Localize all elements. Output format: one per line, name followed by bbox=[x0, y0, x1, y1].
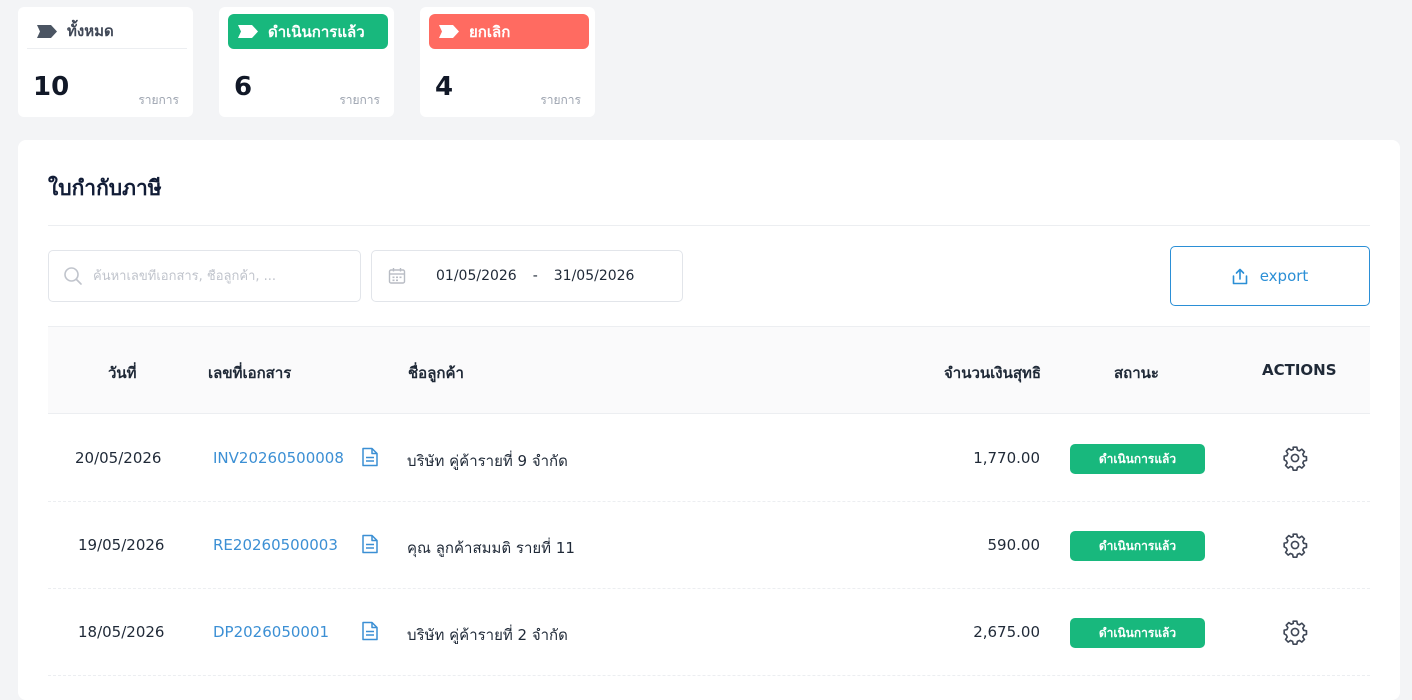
summary-done-header: ดำเนินการแล้ว bbox=[228, 14, 388, 49]
summary-card-cancelled[interactable]: ยกเลิก 4 รายการ bbox=[420, 7, 595, 117]
row-amount: 2,675.00 bbox=[973, 623, 1040, 641]
tag-icon bbox=[37, 24, 57, 38]
document-icon[interactable] bbox=[361, 534, 379, 554]
summary-all-count: 10 bbox=[33, 72, 70, 102]
row-customer: คุณ ลูกค้าสมมติ รายที่ 11 bbox=[407, 539, 575, 557]
summary-card-done[interactable]: ดำเนินการแล้ว 6 รายการ bbox=[219, 7, 394, 117]
tag-icon bbox=[238, 25, 258, 38]
summary-done-count: 6 bbox=[234, 72, 253, 102]
summary-cancelled-unit: รายการ bbox=[540, 93, 581, 107]
header-doc-no[interactable]: เลขที่เอกสาร bbox=[208, 361, 291, 385]
date-range-picker[interactable]: 01/05/2026 - 31/05/2026 bbox=[371, 250, 683, 302]
document-icon[interactable] bbox=[361, 447, 379, 467]
row-amount: 1,770.00 bbox=[973, 449, 1040, 467]
header-status[interactable]: สถานะ bbox=[1114, 361, 1159, 385]
summary-done-label: ดำเนินการแล้ว bbox=[268, 22, 365, 41]
row-customer: บริษัท คู่ค้ารายที่ 2 จำกัด bbox=[407, 626, 568, 644]
export-button[interactable]: export bbox=[1170, 246, 1370, 306]
row-date: 19/05/2026 bbox=[78, 536, 165, 554]
search-icon bbox=[64, 267, 82, 285]
page-title: ใบกำกับภาษี bbox=[48, 176, 162, 200]
document-icon[interactable] bbox=[361, 621, 379, 641]
summary-cancelled-count: 4 bbox=[435, 72, 454, 102]
header-customer[interactable]: ชื่อลูกค้า bbox=[408, 361, 464, 385]
header-date[interactable]: วันที่ bbox=[108, 361, 137, 385]
date-from[interactable]: 01/05/2026 bbox=[436, 268, 517, 284]
table-row[interactable]: 19/05/2026 RE20260500003 คุณ ลูกค้าสมมติ… bbox=[48, 502, 1370, 589]
summary-all-unit: รายการ bbox=[138, 93, 179, 107]
summary-cancelled-label: ยกเลิก bbox=[469, 22, 511, 41]
date-separator: - bbox=[532, 268, 538, 284]
table-row[interactable]: 18/05/2026 DP2026050001 บริษัท คู่ค้าราย… bbox=[48, 589, 1370, 676]
divider bbox=[48, 225, 1370, 226]
gear-icon[interactable] bbox=[1279, 615, 1311, 649]
row-amount: 590.00 bbox=[987, 536, 1041, 554]
gear-icon[interactable] bbox=[1279, 528, 1311, 562]
row-doc-link[interactable]: DP2026050001 bbox=[213, 623, 329, 641]
status-badge: ดำเนินการแล้ว bbox=[1070, 531, 1205, 561]
table-header: วันที่ เลขที่เอกสาร ชื่อลูกค้า จำนวนเงิน… bbox=[48, 327, 1370, 414]
summary-cancelled-header: ยกเลิก bbox=[429, 14, 589, 49]
summary-all-header: ทั้งหมด bbox=[27, 14, 187, 49]
table-row[interactable]: 20/05/2026 INV20260500008 บริษัท คู่ค้าร… bbox=[48, 415, 1370, 502]
status-badge: ดำเนินการแล้ว bbox=[1070, 444, 1205, 474]
calendar-icon bbox=[388, 268, 406, 284]
header-actions: ACTIONS bbox=[1262, 361, 1337, 379]
summary-card-all[interactable]: ทั้งหมด 10 รายการ bbox=[18, 7, 193, 117]
row-doc-link[interactable]: INV20260500008 bbox=[213, 449, 344, 467]
row-date: 20/05/2026 bbox=[75, 449, 162, 467]
export-label: export bbox=[1259, 267, 1309, 285]
summary-all-label: ทั้งหมด bbox=[67, 22, 114, 40]
search-field[interactable] bbox=[48, 250, 361, 302]
row-customer: บริษัท คู่ค้ารายที่ 9 จำกัด bbox=[407, 452, 568, 470]
tax-invoice-panel: ใบกำกับภาษี 01/05/2026 - 31/05/2026 expo… bbox=[18, 140, 1400, 700]
date-to[interactable]: 31/05/2026 bbox=[554, 268, 635, 284]
status-badge: ดำเนินการแล้ว bbox=[1070, 618, 1205, 648]
search-input[interactable] bbox=[93, 268, 343, 284]
header-net-amount[interactable]: จำนวนเงินสุทธิ bbox=[944, 361, 1041, 385]
summary-done-unit: รายการ bbox=[339, 93, 380, 107]
upload-icon bbox=[1232, 268, 1248, 284]
row-doc-link[interactable]: RE20260500003 bbox=[213, 536, 338, 554]
tag-icon bbox=[439, 25, 459, 38]
gear-icon[interactable] bbox=[1279, 441, 1311, 475]
row-date: 18/05/2026 bbox=[78, 623, 165, 641]
